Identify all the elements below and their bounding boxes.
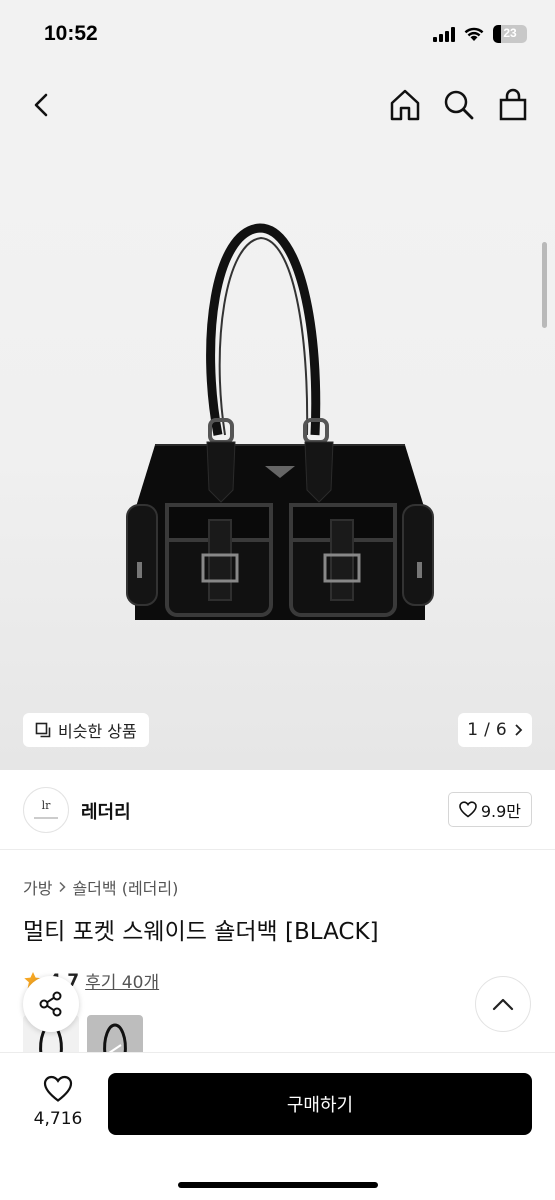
shop-like-count: 9.9만 [480,801,521,821]
nav-actions [387,86,531,124]
status-bar: 10:52 23 [0,0,555,70]
product-title: 멀티 포켓 스웨이드 숄더백 [BLACK] [23,919,379,945]
shop-row[interactable]: lr 레더리 9.9만 [0,770,555,850]
home-icon[interactable] [387,86,423,124]
thumbnail-image[interactable] [87,1015,143,1057]
shop-logo-mark: lr [41,799,51,812]
top-navigation [0,70,555,140]
wifi-icon [464,27,484,41]
page-separator: / [484,720,490,740]
chevron-right-icon [59,881,67,893]
breadcrumb-item[interactable]: 숄더백 (레더리) [72,875,178,899]
product-image-gallery[interactable]: 비슷한 상품 1 / 6 [0,140,555,770]
chevron-up-icon [492,998,514,1011]
signal-icon [433,26,455,42]
status-time: 10:52 [44,22,98,45]
page-total: 6 [495,720,507,740]
scrollbar[interactable] [542,242,547,328]
copy-icon [35,722,51,737]
product-image [126,223,434,620]
similar-products-label: 비슷한 상품 [58,722,137,741]
scroll-to-top-button[interactable] [475,976,531,1032]
shopping-bag-icon[interactable] [495,86,531,124]
battery-level: 23 [503,26,517,40]
breadcrumb: 가방 숄더백 (레더리) [23,875,178,899]
buy-button[interactable]: 구매하기 [108,1073,532,1135]
shop-name[interactable]: 레더리 [81,798,131,824]
battery-icon: 23 [493,25,527,43]
image-page-indicator[interactable]: 1 / 6 [458,713,532,747]
home-indicator [178,1182,378,1188]
shop-like-button[interactable]: 9.9만 [447,792,532,827]
wishlist-count: 4,716 [33,1109,83,1129]
breadcrumb-item[interactable]: 가방 [23,875,52,899]
chevron-right-icon [515,724,522,736]
share-icon [39,991,62,1017]
share-button[interactable] [23,976,79,1032]
bottom-action-bar: 4,716 구매하기 [0,1052,555,1200]
back-icon[interactable] [24,87,60,123]
page-current: 1 [467,720,479,740]
wishlist-button[interactable]: 4,716 [28,1075,88,1129]
shop-logo[interactable]: lr [23,787,69,833]
review-link[interactable]: 후기 40개 [85,968,159,993]
similar-products-button[interactable]: 비슷한 상품 [23,713,149,747]
search-icon[interactable] [441,86,477,124]
status-icons: 23 [433,25,527,43]
heart-icon [43,1075,73,1102]
heart-icon [459,801,477,818]
